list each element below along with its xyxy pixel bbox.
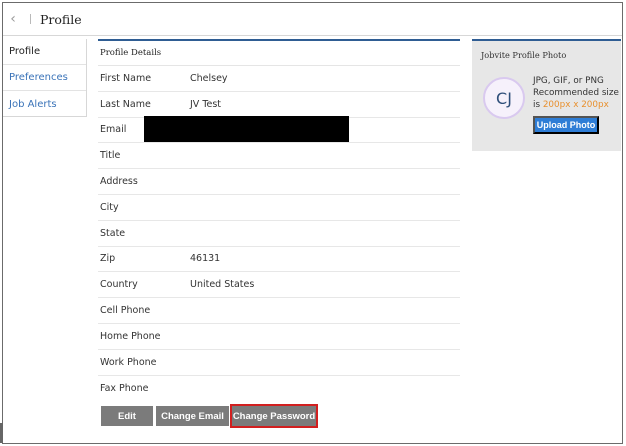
- app-window: ‹ Profile Profile Preferences Job Alerts…: [2, 2, 623, 444]
- field-label: Work Phone: [100, 356, 157, 368]
- redaction-block: [144, 115, 349, 142]
- page-title: Profile: [40, 11, 82, 27]
- profile-photo-title: Jobvite Profile Photo: [481, 50, 567, 60]
- sidebar-item-label: Preferences: [9, 72, 68, 83]
- page-header: ‹ Profile: [3, 3, 622, 36]
- field-label: Home Phone: [100, 330, 161, 342]
- field-label: Title: [100, 150, 121, 162]
- sidebar-item-profile[interactable]: Profile: [3, 39, 86, 65]
- edit-button[interactable]: Edit: [101, 406, 153, 426]
- field-row-city: City: [98, 195, 460, 221]
- field-row-zip: Zip 46131: [98, 247, 460, 273]
- field-row-email: Email: [98, 115, 460, 145]
- avatar: CJ: [483, 77, 525, 119]
- sidebar: Profile Preferences Job Alerts: [3, 39, 87, 117]
- field-row-country: Country United States: [98, 272, 460, 299]
- sidebar-item-label: Profile: [9, 46, 41, 57]
- photo-hint-text: JPG, GIF, or PNG Recommended size is 200…: [533, 75, 619, 111]
- field-row-work-phone: Work Phone: [98, 350, 460, 376]
- field-label: City: [100, 201, 119, 213]
- field-value: United States: [190, 279, 255, 291]
- field-row-last-name: Last Name JV Test: [98, 92, 460, 118]
- field-row-title: Title: [98, 143, 460, 170]
- photo-hint-size: 200px x 200px: [542, 100, 609, 110]
- change-email-button[interactable]: Change Email: [156, 406, 229, 426]
- field-label: First Name: [100, 72, 152, 84]
- field-row-first-name: First Name Chelsey: [98, 66, 460, 92]
- window-edge-marker: [0, 423, 3, 443]
- sidebar-item-job-alerts[interactable]: Job Alerts: [3, 91, 86, 117]
- profile-photo-panel: Jobvite Profile Photo CJ JPG, GIF, or PN…: [472, 39, 621, 151]
- field-row-cell-phone: Cell Phone: [98, 298, 460, 324]
- field-value: 46131: [190, 253, 221, 265]
- field-label: State: [100, 227, 126, 239]
- field-value: [144, 115, 460, 145]
- field-value: JV Test: [190, 98, 222, 110]
- field-row-fax-phone: Fax Phone: [98, 376, 460, 402]
- field-label: Country: [100, 279, 138, 291]
- field-label: Fax Phone: [100, 382, 149, 394]
- profile-details-title: Profile Details: [98, 41, 460, 66]
- panel-accent-bar: [472, 39, 621, 41]
- upload-photo-button[interactable]: Upload Photo: [533, 116, 599, 134]
- change-password-button[interactable]: Change Password: [230, 404, 318, 428]
- field-row-state: State: [98, 221, 460, 247]
- sidebar-item-label: Job Alerts: [9, 98, 57, 110]
- chevron-left-icon[interactable]: ‹: [6, 9, 20, 29]
- action-buttons: Edit Change Email Change Password: [101, 404, 318, 428]
- field-value: Chelsey: [190, 72, 228, 84]
- field-row-address: Address: [98, 169, 460, 195]
- field-label: Address: [100, 176, 138, 188]
- field-label: Last Name: [100, 98, 151, 110]
- field-row-home-phone: Home Phone: [98, 324, 460, 350]
- header-divider: [30, 14, 31, 24]
- profile-details-panel: Profile Details First Name Chelsey Last …: [98, 39, 460, 401]
- field-label: Zip: [100, 253, 116, 265]
- field-label: Cell Phone: [100, 305, 151, 317]
- sidebar-item-preferences[interactable]: Preferences: [3, 65, 86, 91]
